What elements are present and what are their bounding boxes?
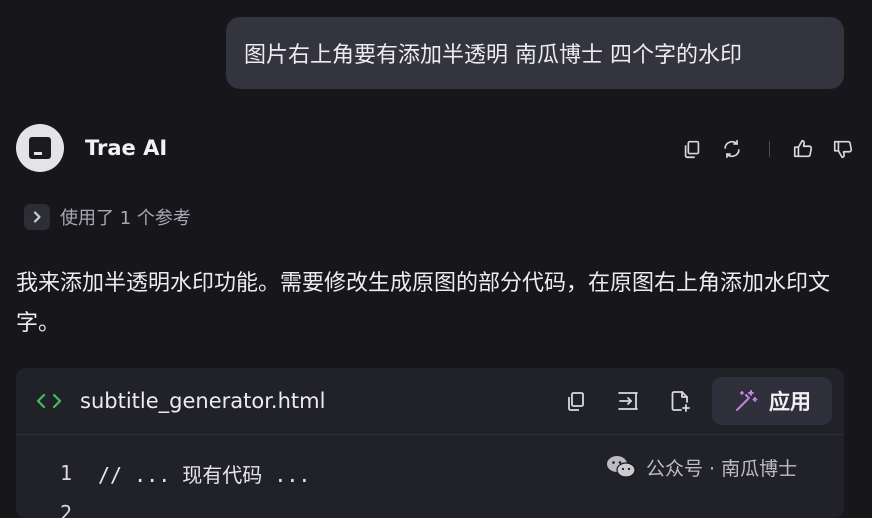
trae-logo-icon [29,137,51,159]
magic-wand-icon [736,390,758,411]
code-block: subtitle_generator.html 应用 1 // ... 现有代码… [16,368,844,518]
file-plus-icon [671,391,690,412]
reference-label: 使用了 1 个参考 [60,208,191,229]
like-button[interactable] [790,136,816,162]
insert-icon [618,392,638,410]
wechat-icon [607,456,636,478]
code-icon [36,392,66,410]
copy-icon [568,392,584,411]
watermark: 公众号 · 南瓜博士 [606,450,797,484]
code-text: // ... 现有代码 ... [98,462,311,487]
assistant-header: Trae AI [16,124,856,176]
thumbs-down-icon [833,140,853,159]
regenerate-button[interactable] [719,136,745,162]
refresh-icon [724,139,740,159]
assistant-name: Trae AI [85,136,168,160]
copy-icon [684,140,700,159]
line-number: 1 [60,461,73,485]
message-actions [679,134,856,164]
dislike-button[interactable] [830,136,856,162]
assistant-message: 我来添加半透明水印功能。需要修改生成原图的部分代码，在原图右上角添加水印文字。 [16,271,831,336]
chevron-right-icon [24,204,50,230]
code-filename: subtitle_generator.html [80,389,326,413]
apply-button[interactable]: 应用 [712,377,832,425]
user-message-bubble: 图片右上角要有添加半透明 南瓜博士 四个字的水印 [226,17,844,89]
thumbs-up-icon [793,139,813,158]
actions-divider [769,141,770,157]
apply-label: 应用 [769,390,811,414]
code-block-actions: 应用 [550,377,832,425]
reference-toggle[interactable]: 使用了 1 个参考 [24,201,191,233]
new-file-button[interactable] [654,377,706,425]
avatar [16,124,64,172]
insert-terminal-button[interactable] [602,377,654,425]
copy-button[interactable] [679,136,705,162]
code-block-header: subtitle_generator.html 应用 [16,368,844,435]
code-line: 2 [60,493,844,518]
user-message-text: 图片右上角要有添加半透明 南瓜博士 四个字的水印 [244,43,742,68]
copy-code-button[interactable] [550,377,602,425]
watermark-text: 公众号 · 南瓜博士 [646,457,798,480]
line-number: 2 [60,501,73,518]
